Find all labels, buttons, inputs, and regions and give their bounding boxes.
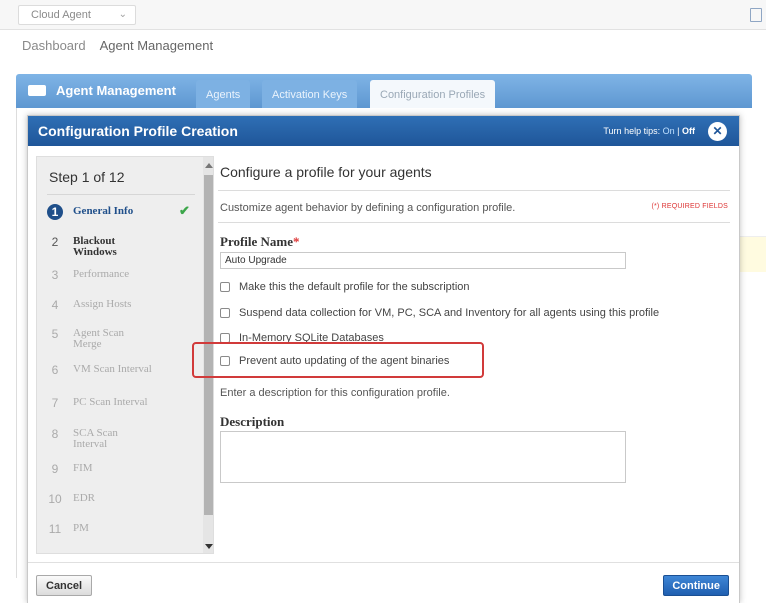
app-switcher-label: Cloud Agent	[31, 9, 91, 21]
help-tips-on[interactable]: On	[663, 126, 675, 136]
step-label: General Info	[73, 205, 134, 217]
tab-configuration-profiles[interactable]: Configuration Profiles	[370, 80, 496, 108]
close-icon[interactable]: ✕	[708, 122, 727, 141]
help-tips-separator: |	[677, 126, 680, 136]
suspend-data-collection-checkbox[interactable]	[220, 308, 230, 318]
description-label: Description	[220, 414, 285, 429]
checkmark-icon: ✔	[179, 203, 190, 218]
help-tips-off[interactable]: Off	[682, 126, 695, 136]
dialog-footer: Cancel Continue	[28, 562, 739, 603]
step-label: Performance	[73, 268, 130, 280]
step-label: FIM	[73, 462, 93, 474]
profile-name-label: Profile Name*	[220, 234, 300, 250]
step-number: 3	[51, 268, 59, 282]
breadcrumb-agent-management[interactable]: Agent Management	[100, 38, 213, 53]
step-label: EDR	[73, 492, 95, 504]
step-number: 5	[51, 327, 59, 341]
default-profile-checkbox[interactable]	[220, 282, 230, 292]
step-label: PC Scan Interval	[73, 396, 148, 408]
cancel-button[interactable]: Cancel	[36, 575, 93, 596]
divider	[218, 222, 730, 223]
breadcrumb: Dashboard Agent Management	[22, 38, 213, 53]
step-number: 6	[51, 363, 59, 377]
form-heading: Configure a profile for your agents	[220, 164, 432, 180]
step-label: SCA Scan Interval	[73, 427, 118, 450]
module-title[interactable]: Agent Management	[28, 83, 176, 98]
profile-name-label-text: Profile Name	[220, 234, 294, 249]
module-title-label: Agent Management	[56, 83, 176, 98]
continue-button[interactable]: Continue	[663, 575, 729, 596]
top-bar: Cloud Agent ⌄	[0, 0, 766, 30]
tab-activation-keys[interactable]: Activation Keys	[262, 80, 358, 108]
step-number: 2	[51, 235, 59, 249]
window-icon[interactable]	[750, 8, 762, 22]
step-label: Blackout Windows	[73, 235, 117, 258]
dialog-header: Configuration Profile Creation Turn help…	[28, 116, 739, 146]
tab-agents[interactable]: Agents	[196, 80, 251, 108]
form-subheading: Customize agent behavior by defining a c…	[220, 202, 516, 214]
required-star: *	[293, 234, 300, 249]
step-label: PM	[73, 522, 89, 534]
checkbox-label: Suspend data collection for VM, PC, SCA …	[239, 307, 660, 319]
step-number: 11	[48, 522, 62, 536]
step-counter: Step 1 of 12	[49, 169, 125, 185]
profile-name-input[interactable]	[220, 252, 626, 269]
help-tips-toggle: Turn help tips: On | Off	[603, 126, 695, 136]
step-number: 4	[51, 298, 59, 312]
step-label: Assign Hosts	[73, 298, 132, 310]
breadcrumb-dashboard[interactable]: Dashboard	[22, 38, 86, 53]
divider	[47, 194, 195, 195]
step-sidebar: Step 1 of 12 1 General Info ✔ 2 Blackout…	[36, 156, 214, 554]
chevron-down-icon: ⌄	[118, 9, 127, 20]
step-label: VM Scan Interval	[73, 363, 152, 375]
description-textarea[interactable]	[220, 431, 626, 483]
app-switcher[interactable]: Cloud Agent ⌄	[18, 5, 136, 25]
divider	[218, 190, 730, 191]
checkbox-label: Make this the default profile for the su…	[239, 281, 470, 293]
step-label: Agent Scan Merge	[73, 327, 125, 350]
module-nav-bar: Agent Management Agents Activation Keys …	[16, 74, 752, 108]
required-fields-note: (*) REQUIRED FIELDS	[651, 203, 728, 210]
step-number: 10	[48, 492, 62, 506]
step-number: 1	[47, 204, 63, 220]
scroll-down-icon[interactable]	[205, 544, 213, 549]
step-number: 7	[51, 396, 59, 410]
scroll-up-icon[interactable]	[205, 163, 213, 168]
dialog-title: Configuration Profile Creation	[38, 123, 238, 139]
description-hint: Enter a description for this configurati…	[220, 387, 450, 399]
step-number: 8	[51, 427, 59, 441]
help-tips-label: Turn help tips:	[603, 126, 661, 136]
folder-icon	[28, 85, 46, 96]
step-number: 9	[51, 462, 59, 476]
highlight-callout	[192, 342, 484, 378]
background-row	[738, 236, 766, 272]
